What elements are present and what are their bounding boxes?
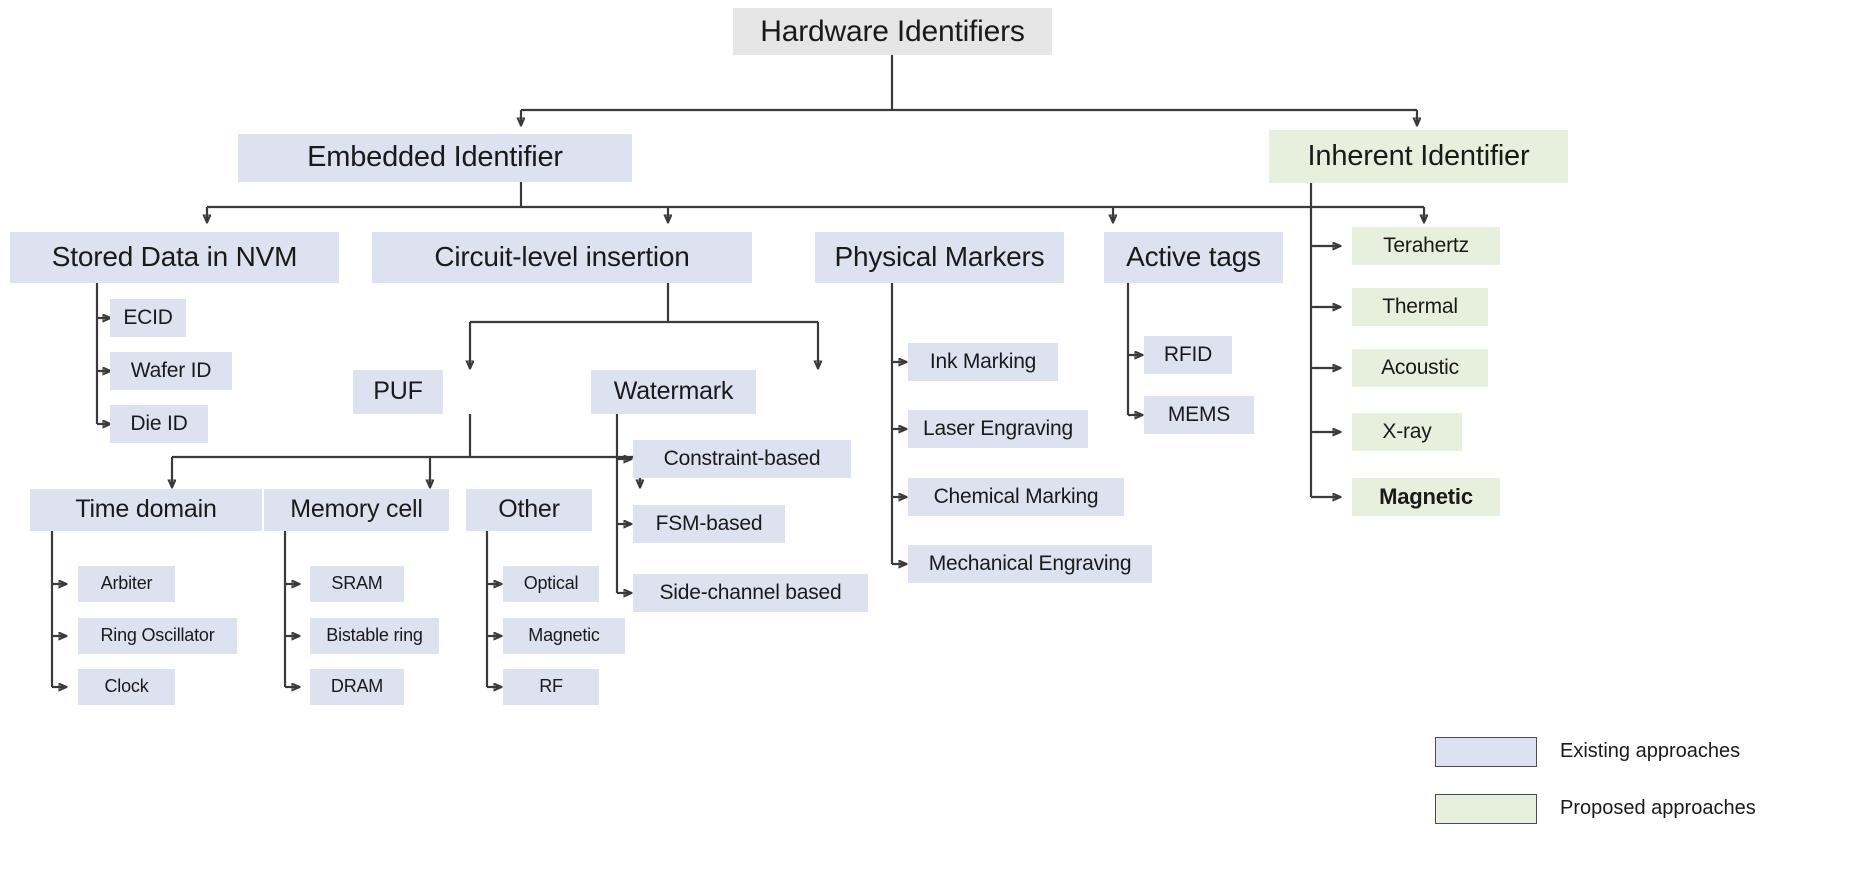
node-clock: Clock [78, 669, 175, 705]
node-thermal: Thermal [1352, 288, 1488, 326]
node-bistable-ring: Bistable ring [310, 618, 439, 654]
node-wafer-id: Wafer ID [110, 352, 232, 390]
node-side-channel-based: Side-channel based [633, 574, 868, 612]
node-inherent-identifier: Inherent Identifier [1269, 130, 1568, 183]
node-puf: PUF [353, 370, 443, 414]
node-active-tags: Active tags [1104, 232, 1283, 283]
legend-label-existing: Existing approaches [1560, 740, 1741, 762]
node-stored-data-in-nvm: Stored Data in NVM [10, 232, 339, 283]
node-laser-engraving: Laser Engraving [908, 410, 1088, 448]
node-die-id: Die ID [110, 405, 208, 443]
node-hardware-identifiers: Hardware Identifiers [733, 8, 1052, 55]
node-chemical-marking: Chemical Marking [908, 478, 1124, 516]
node-physical-markers: Physical Markers [815, 232, 1064, 283]
node-constraint-based: Constraint-based [633, 440, 851, 478]
node-dram: DRAM [310, 669, 404, 705]
node-terahertz: Terahertz [1352, 227, 1500, 265]
taxonomy-diagram: Hardware Identifiers Embedded Identifier… [0, 0, 1868, 881]
node-rfid: RFID [1144, 336, 1232, 374]
node-sram: SRAM [310, 566, 404, 602]
node-acoustic: Acoustic [1352, 349, 1488, 387]
node-fsm-based: FSM-based [633, 505, 785, 543]
legend-swatch-existing [1435, 737, 1537, 767]
node-embedded-identifier: Embedded Identifier [238, 134, 632, 182]
node-ecid: ECID [110, 299, 186, 337]
legend-label-proposed: Proposed approaches [1560, 797, 1756, 819]
node-x-ray: X-ray [1352, 413, 1462, 451]
node-time-domain: Time domain [30, 489, 262, 531]
node-watermark: Watermark [591, 370, 756, 414]
node-magnetic-inherent: Magnetic [1352, 478, 1500, 516]
node-circuit-level-insertion: Circuit-level insertion [372, 232, 752, 283]
node-rf: RF [503, 669, 599, 705]
node-arbiter: Arbiter [78, 566, 175, 602]
node-optical: Optical [503, 566, 599, 602]
node-mems: MEMS [1144, 396, 1254, 434]
node-mechanical-engraving: Mechanical Engraving [908, 545, 1152, 583]
node-memory-cell: Memory cell [264, 489, 449, 531]
node-other: Other [466, 489, 592, 531]
node-ring-oscillator: Ring Oscillator [78, 618, 237, 654]
node-ink-marking: Ink Marking [908, 343, 1058, 381]
legend-swatch-proposed [1435, 794, 1537, 824]
node-magnetic-puf: Magnetic [503, 618, 625, 654]
